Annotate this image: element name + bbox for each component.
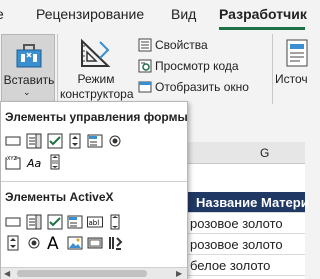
- group-box-icon[interactable]: XYZ: [5, 154, 21, 170]
- activex-spin-button-icon[interactable]: [5, 235, 21, 251]
- scroll-left-icon[interactable]: ◀: [4, 269, 10, 278]
- properties-label: Свойства: [155, 38, 208, 52]
- activex-label-icon[interactable]: A: [45, 233, 63, 254]
- dropdown-scrollbar[interactable]: ◀ ▶: [1, 267, 187, 279]
- svg-text:abl: abl: [89, 219, 100, 227]
- run-dialog-icon: [138, 80, 152, 97]
- svg-text:Aa: Aa: [26, 157, 42, 170]
- design-mode-label: Режим конструктора: [60, 72, 134, 101]
- column-letter[interactable]: G: [260, 146, 269, 160]
- activex-scroll-bar-icon[interactable]: [107, 214, 123, 230]
- combo-box-icon[interactable]: [26, 133, 42, 149]
- activex-button-icon[interactable]: [5, 214, 21, 230]
- toolbox-icon: [15, 39, 43, 74]
- activex-list-box-icon[interactable]: [67, 214, 83, 230]
- label-control-icon[interactable]: Aa: [26, 154, 42, 170]
- tab-partial[interactable]: e: [0, 6, 4, 22]
- chevron-down-icon: ⌄: [23, 87, 31, 97]
- tab-developer[interactable]: Разработчик: [219, 6, 307, 22]
- checkbox-control-icon[interactable]: [47, 133, 63, 149]
- view-code-icon: [138, 59, 152, 76]
- table-header-text: Название Матери: [196, 195, 309, 210]
- svg-text:A: A: [47, 234, 59, 251]
- list-box-icon[interactable]: [87, 133, 103, 149]
- button-control-icon[interactable]: [5, 133, 21, 149]
- separator: [272, 34, 273, 104]
- activex-toggle-button-icon[interactable]: [87, 235, 103, 251]
- run-dialog-label: Отобразить окно: [155, 80, 249, 94]
- scroll-thumb[interactable]: [17, 270, 147, 277]
- scroll-bar-icon[interactable]: [47, 154, 63, 170]
- activex-combo-box-icon[interactable]: [26, 214, 42, 230]
- activex-checkbox-icon[interactable]: [47, 214, 63, 230]
- more-controls-icon[interactable]: [107, 235, 123, 251]
- cell-text: розовое золото: [190, 237, 283, 252]
- section-divider: [1, 181, 187, 182]
- insert-controls-dropdown: Элементы управления формы XYZ Aa Элемент…: [0, 101, 188, 279]
- form-controls-title: Элементы управления формы: [5, 110, 188, 124]
- insert-label: Вставить: [3, 73, 55, 87]
- view-code-label: Просмотр кода: [155, 59, 239, 73]
- xml-source-icon: [285, 38, 309, 73]
- ribbon-tab-bar: e Рецензирование Вид Разработчик: [0, 0, 307, 30]
- tab-view[interactable]: Вид: [171, 6, 196, 22]
- cell-text: розовое золото: [190, 216, 283, 231]
- properties-icon: [138, 38, 152, 55]
- scroll-right-icon[interactable]: ▶: [176, 269, 182, 278]
- source-button[interactable]: Источ: [275, 34, 315, 102]
- insert-controls-button[interactable]: Вставить ⌄: [1, 34, 55, 102]
- activex-title: Элементы ActiveX: [5, 190, 114, 204]
- svg-text:XYZ: XYZ: [7, 156, 17, 162]
- cell-text: белое золото: [190, 258, 271, 273]
- option-button-icon[interactable]: [107, 133, 123, 149]
- tab-review[interactable]: Рецензирование: [36, 6, 144, 22]
- activex-option-button-icon[interactable]: [26, 235, 42, 251]
- separator: [57, 34, 58, 104]
- spin-button-icon[interactable]: [67, 133, 83, 149]
- source-label: Источ: [275, 72, 308, 86]
- triangle-ruler-icon: [78, 38, 112, 73]
- activex-text-box-icon[interactable]: abl: [87, 214, 103, 230]
- activex-image-icon[interactable]: [67, 235, 83, 251]
- design-mode-button[interactable]: Режим конструктора: [60, 34, 134, 102]
